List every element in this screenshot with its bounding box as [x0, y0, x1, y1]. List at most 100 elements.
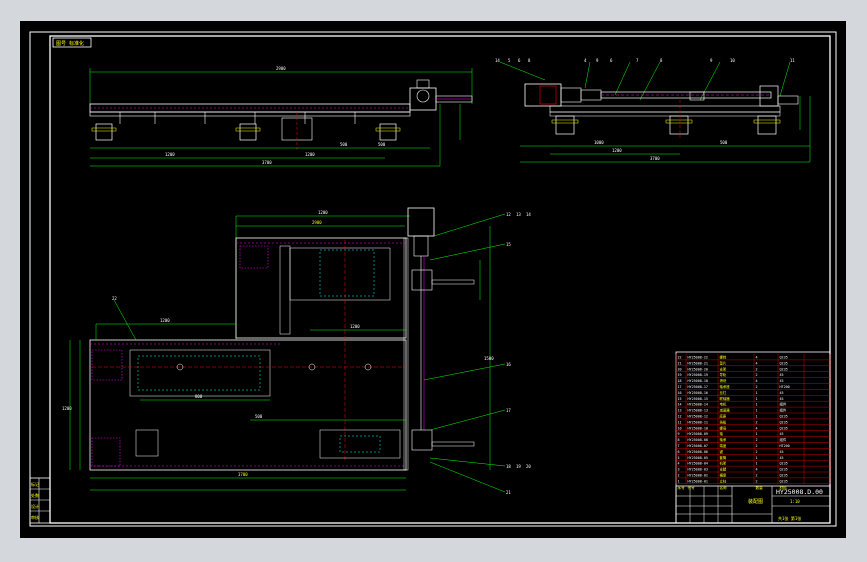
plan-callout-21: 21 — [506, 490, 511, 495]
bom-cell: HY25008-14 — [688, 403, 708, 407]
side-elevation-view: 14 5 6 8 4 9 6 7 8 9 10 11 1000 500 1200… — [495, 58, 811, 163]
bom-cell: 2 — [756, 479, 758, 483]
bom-cell: 1 — [756, 456, 758, 460]
plan-callout-15: 15 — [506, 242, 511, 247]
bom-cell: 2 — [756, 420, 758, 424]
plan-dim-inner: 800 — [195, 394, 203, 399]
plan-callout-16: 16 — [506, 362, 511, 367]
side-callout-8: 8 — [528, 58, 531, 63]
bom-header-cell: 数量 — [756, 485, 764, 490]
bom-cell: 12 — [678, 415, 682, 419]
bom-cell: 45 — [780, 397, 784, 401]
bom-cell: 电机 — [720, 402, 727, 407]
bom-cell: 45 — [780, 391, 784, 395]
side-callout-4: 4 — [584, 58, 587, 63]
bom-cell: 45 — [780, 456, 784, 460]
drawing-tag-label: 图号 标准化 — [56, 40, 84, 47]
sheet-label: 共1张 第1张 — [778, 515, 801, 521]
bom-cell: HT200 — [780, 385, 790, 389]
bom-cell: 轴 — [720, 431, 724, 436]
bom-cell: 机架 — [720, 461, 727, 466]
side-callout-6: 6 — [518, 58, 521, 63]
bom-cell: 14 — [678, 403, 682, 407]
bom-cell: 挡板 — [720, 419, 727, 424]
bom-cell: 减速器 — [720, 408, 731, 413]
bom-cell: 联轴器 — [720, 396, 731, 401]
bom-cell: 16 — [678, 391, 682, 395]
bom-cell: Q235 — [780, 361, 788, 365]
side-callout-14: 14 — [495, 58, 500, 63]
elev-dim-top: 2900 — [276, 66, 286, 71]
rev-row-1: 标记 — [31, 481, 39, 487]
bom-cell: 4 — [756, 468, 758, 472]
bom-cell: HY25008-22 — [688, 356, 708, 360]
plan-callout-13: 13 — [516, 212, 521, 217]
bom-cell: 1 — [678, 479, 680, 483]
plan-dim-upperleft: 1200 — [160, 318, 170, 323]
bom-cell: HY25008-09 — [688, 432, 708, 436]
title-text: 装配图 — [748, 498, 763, 505]
plan-callout-22: 22 — [112, 296, 117, 301]
bom-cell: Q235 — [780, 426, 788, 430]
bom-cell: Q235 — [780, 415, 788, 419]
bom-cell: 45 — [780, 373, 784, 377]
plan-dim-top: 1200 — [318, 210, 328, 215]
bom-cell: HY25008-18 — [688, 379, 708, 383]
front-elevation-view: 2900 1200 1200 3700 500 500 — [89, 66, 473, 167]
bom-cell: 18 — [678, 379, 682, 383]
plan-dim-mid2: 1200 — [350, 324, 360, 329]
bom-cell: 底座 — [720, 414, 727, 419]
bom-header-cell: 序号 — [678, 485, 686, 490]
bom-cell: HY25008-06 — [688, 450, 708, 454]
bom-cell: 套筒 — [720, 455, 727, 460]
plan-callout-19: 19 — [516, 464, 521, 469]
side-callout-7: 7 — [636, 58, 639, 63]
bom-cell: 4 — [756, 361, 758, 365]
bom-cell: HY25008-04 — [688, 462, 708, 466]
bom-cell: 2 — [756, 438, 758, 442]
drawing-number: HY25008.D.00 — [776, 488, 823, 496]
bom-cell: 6 — [678, 450, 680, 454]
bom-cell: HY25008-05 — [688, 456, 708, 460]
elev-dim-2: 1200 — [305, 152, 315, 157]
bom-cell: 轴承 — [720, 437, 727, 442]
bom-cell: HY25008-15 — [688, 397, 708, 401]
scale-label: 1:10 — [790, 499, 800, 504]
rev-row-3: 设计 — [31, 503, 39, 509]
bom-cell: HY25008-02 — [688, 474, 708, 478]
bom-cell: HY25008-20 — [688, 367, 708, 371]
side-callout-5: 5 — [508, 58, 511, 63]
bom-cell: HY25008-10 — [688, 426, 708, 430]
bom-cell: 1 — [756, 432, 758, 436]
plan-dim-left: 1200 — [62, 406, 72, 411]
bom-cell: HY25008-07 — [688, 444, 708, 448]
bom-cell: Q235 — [780, 367, 788, 371]
bom-cell: 导轨 — [720, 372, 727, 377]
bom-cell: 滑块 — [720, 378, 727, 383]
plan-dim-bottom: 3700 — [238, 472, 248, 477]
bom-cell: HY25008-11 — [688, 420, 708, 424]
bom-cell: 支架 — [720, 366, 727, 371]
bom-cell: 组件 — [780, 402, 787, 407]
bom-cell: 2 — [756, 474, 758, 478]
elev-dim-1: 1200 — [165, 152, 175, 157]
bom-cell: 端盖 — [720, 443, 727, 448]
bom-cell: 1 — [756, 462, 758, 466]
bom-cell: 2 — [756, 450, 758, 454]
side-callout-11: 11 — [790, 58, 795, 63]
bom-cell: HY25008-13 — [688, 409, 708, 413]
cad-viewport[interactable]: 图号 标准化 标记 处数 设计 审核 2900 1200 1200 3700 5… — [20, 21, 846, 538]
bom-cell: 7 — [678, 444, 680, 448]
bom-cell: 丝杠 — [720, 390, 727, 395]
bom-cell: Q235 — [780, 479, 788, 483]
bom-cell: 2 — [678, 474, 680, 478]
bom-cell: Q235 — [780, 468, 788, 472]
side-callout-10: 10 — [730, 58, 735, 63]
side-callout-9: 9 — [596, 58, 599, 63]
bom-cell: HY25008-01 — [688, 479, 708, 483]
side-callout-6b: 6 — [610, 58, 613, 63]
bom-cell: 键 — [720, 449, 724, 454]
bom-cell: HY25008-19 — [688, 373, 708, 377]
bom-cell: Q235 — [780, 474, 788, 478]
bom-cell: 22 — [678, 356, 682, 360]
